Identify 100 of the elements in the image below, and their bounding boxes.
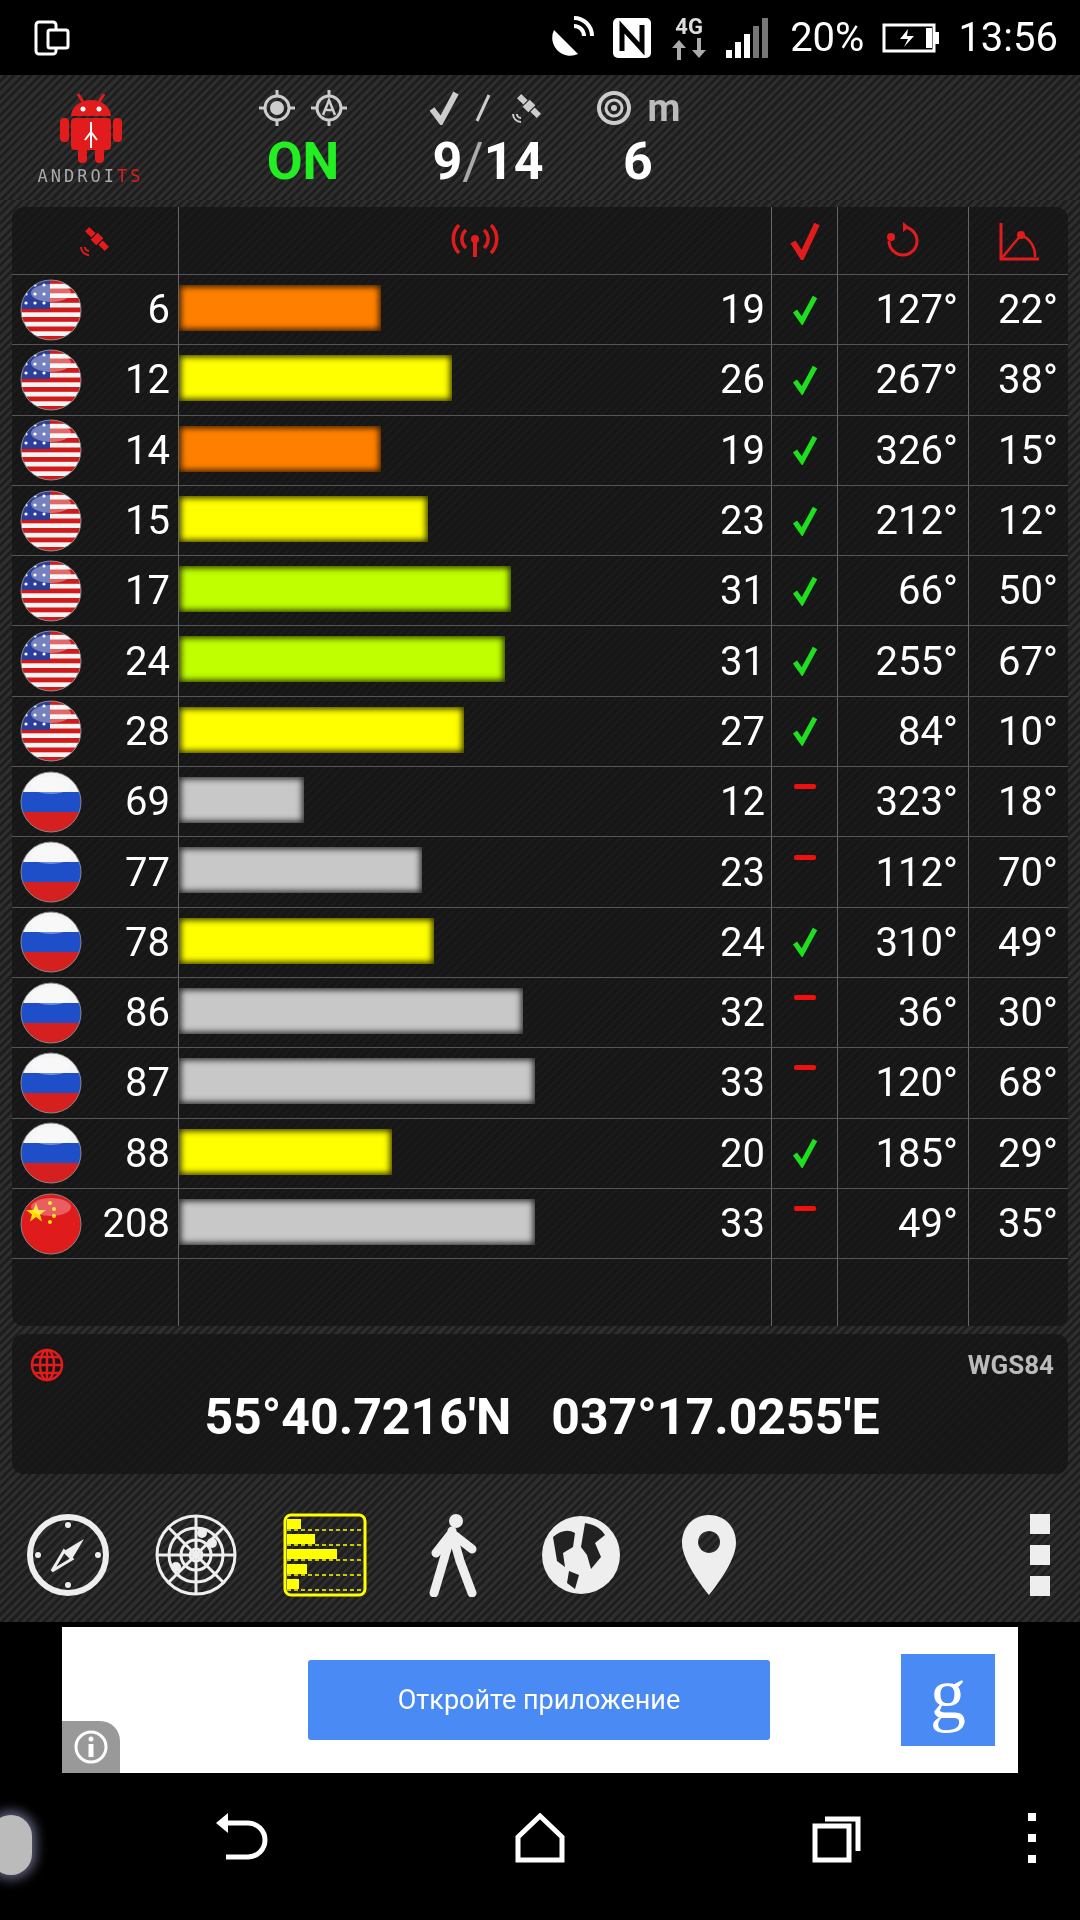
datum-label: WGS84	[967, 1350, 1054, 1380]
home-button[interactable]	[514, 1813, 566, 1866]
signal-strength: 19	[720, 286, 765, 334]
satellite-number: 17	[125, 567, 170, 615]
accuracy-unit: m	[647, 85, 681, 130]
satellite-number: 208	[102, 1200, 170, 1247]
signal-strength: 27	[720, 707, 765, 755]
signal-strength: 24	[720, 918, 765, 966]
satellite-number: 78	[125, 918, 170, 966]
data-arrows-icon	[670, 37, 709, 60]
elevation-value: 10°	[998, 707, 1058, 755]
elevation-value: 67°	[998, 637, 1058, 685]
signal-strength: 23	[720, 497, 765, 545]
satellite-number: 69	[125, 778, 170, 826]
satellite-number: 86	[125, 989, 170, 1037]
elevation-value: 12°	[998, 497, 1058, 545]
satellite-number: 24	[125, 637, 170, 685]
accuracy-value: 6	[623, 132, 653, 191]
satellite-number: 88	[125, 1129, 170, 1177]
signal-strength: 33	[720, 1059, 765, 1107]
signal-strength: 23	[720, 848, 765, 896]
satellite-number: 77	[125, 848, 170, 896]
azimuth-value: 212°	[875, 497, 958, 545]
elevation-value: 30°	[998, 989, 1058, 1037]
clock: 13:56	[958, 14, 1058, 61]
used-satellites: 9	[432, 132, 463, 191]
elevation-value: 70°	[998, 848, 1058, 896]
auto-gps-icon	[311, 89, 347, 126]
network-type: 4G	[675, 15, 703, 38]
azimuth-value: 255°	[875, 637, 958, 685]
russia-flag-icon	[20, 1122, 82, 1185]
us-flag-icon	[20, 419, 82, 482]
signal-strength: 19	[720, 426, 765, 474]
azimuth-value: 120°	[875, 1059, 958, 1107]
azimuth-value: 310°	[875, 918, 958, 966]
us-flag-icon	[20, 278, 82, 341]
toolbar-button[interactable]	[154, 1512, 239, 1597]
ad-info-button[interactable]	[62, 1721, 120, 1773]
signal-strength: 12	[720, 778, 765, 826]
visible-satellites: 14	[483, 132, 544, 191]
nfc-icon	[612, 16, 653, 59]
elevation-value: 49°	[998, 918, 1058, 966]
globe-grid-icon	[30, 1348, 64, 1382]
azimuth-value: 66°	[898, 567, 958, 615]
gps-status: ON	[266, 132, 340, 191]
count-separator: /	[462, 132, 484, 191]
info-icon	[73, 1729, 109, 1765]
russia-flag-icon	[20, 981, 82, 1044]
signal-strength: 31	[720, 637, 765, 685]
satellite-number: 14	[125, 426, 170, 474]
antenna-signal-icon	[451, 223, 499, 258]
russia-flag-icon	[20, 841, 82, 903]
us-flag-icon	[20, 559, 82, 622]
rotate-phone-icon	[34, 19, 70, 56]
elevation-value: 35°	[998, 1200, 1058, 1247]
elevation-value: 29°	[998, 1129, 1058, 1177]
signal-strength: 26	[720, 356, 765, 404]
check-icon	[789, 221, 820, 260]
us-flag-icon	[20, 489, 82, 552]
walking-person-icon	[427, 1512, 478, 1597]
signal-bars-icon	[282, 1512, 367, 1597]
google-logo[interactable]: g	[901, 1654, 995, 1746]
azimuth-value: 326°	[875, 426, 958, 474]
more-button[interactable]	[1026, 1813, 1038, 1866]
signal-strength: 20	[720, 1129, 765, 1177]
signal-strength: 33	[720, 1200, 765, 1247]
latitude: 55°40.7216'N	[204, 1388, 512, 1446]
azimuth-value: 36°	[898, 989, 958, 1037]
satellite-number: 28	[125, 707, 170, 755]
satellite-number: 15	[125, 497, 170, 545]
azimuth-value: 185°	[875, 1129, 958, 1177]
elevation-value: 50°	[998, 567, 1058, 615]
azimuth-value: 49°	[898, 1200, 958, 1247]
longitude: 037°17.0255'E	[551, 1388, 880, 1446]
radar-icon	[154, 1512, 239, 1597]
more-icon	[1028, 1512, 1051, 1597]
azimuth-value: 323°	[875, 778, 958, 826]
azimuth-value: 84°	[898, 707, 958, 755]
target-rings-icon	[595, 89, 632, 126]
satellite-number: 87	[125, 1059, 170, 1107]
toolbar-button[interactable]	[282, 1512, 367, 1597]
us-flag-icon	[20, 348, 82, 411]
satellite-number: 12	[125, 356, 170, 404]
azimuth-value: 127°	[875, 286, 958, 334]
toolbar-button[interactable]	[26, 1512, 110, 1597]
signal-strength: 31	[720, 567, 765, 615]
open-app-button[interactable]: Откройте приложение	[308, 1660, 770, 1740]
battery-charging-icon	[882, 22, 941, 53]
elevation-value: 38°	[998, 356, 1058, 404]
crosshair-icon	[259, 89, 295, 126]
china-flag-icon	[20, 1192, 82, 1255]
battery-percent: 20%	[790, 14, 865, 61]
russia-flag-icon	[20, 911, 82, 974]
azimuth-value: 112°	[875, 848, 958, 896]
russia-flag-icon	[20, 1051, 82, 1114]
floating-bubble[interactable]	[0, 1815, 32, 1875]
elevation-value: 18°	[998, 778, 1058, 826]
us-flag-icon	[20, 630, 82, 693]
us-flag-icon	[20, 700, 82, 763]
azimuth-value: 267°	[875, 356, 958, 404]
